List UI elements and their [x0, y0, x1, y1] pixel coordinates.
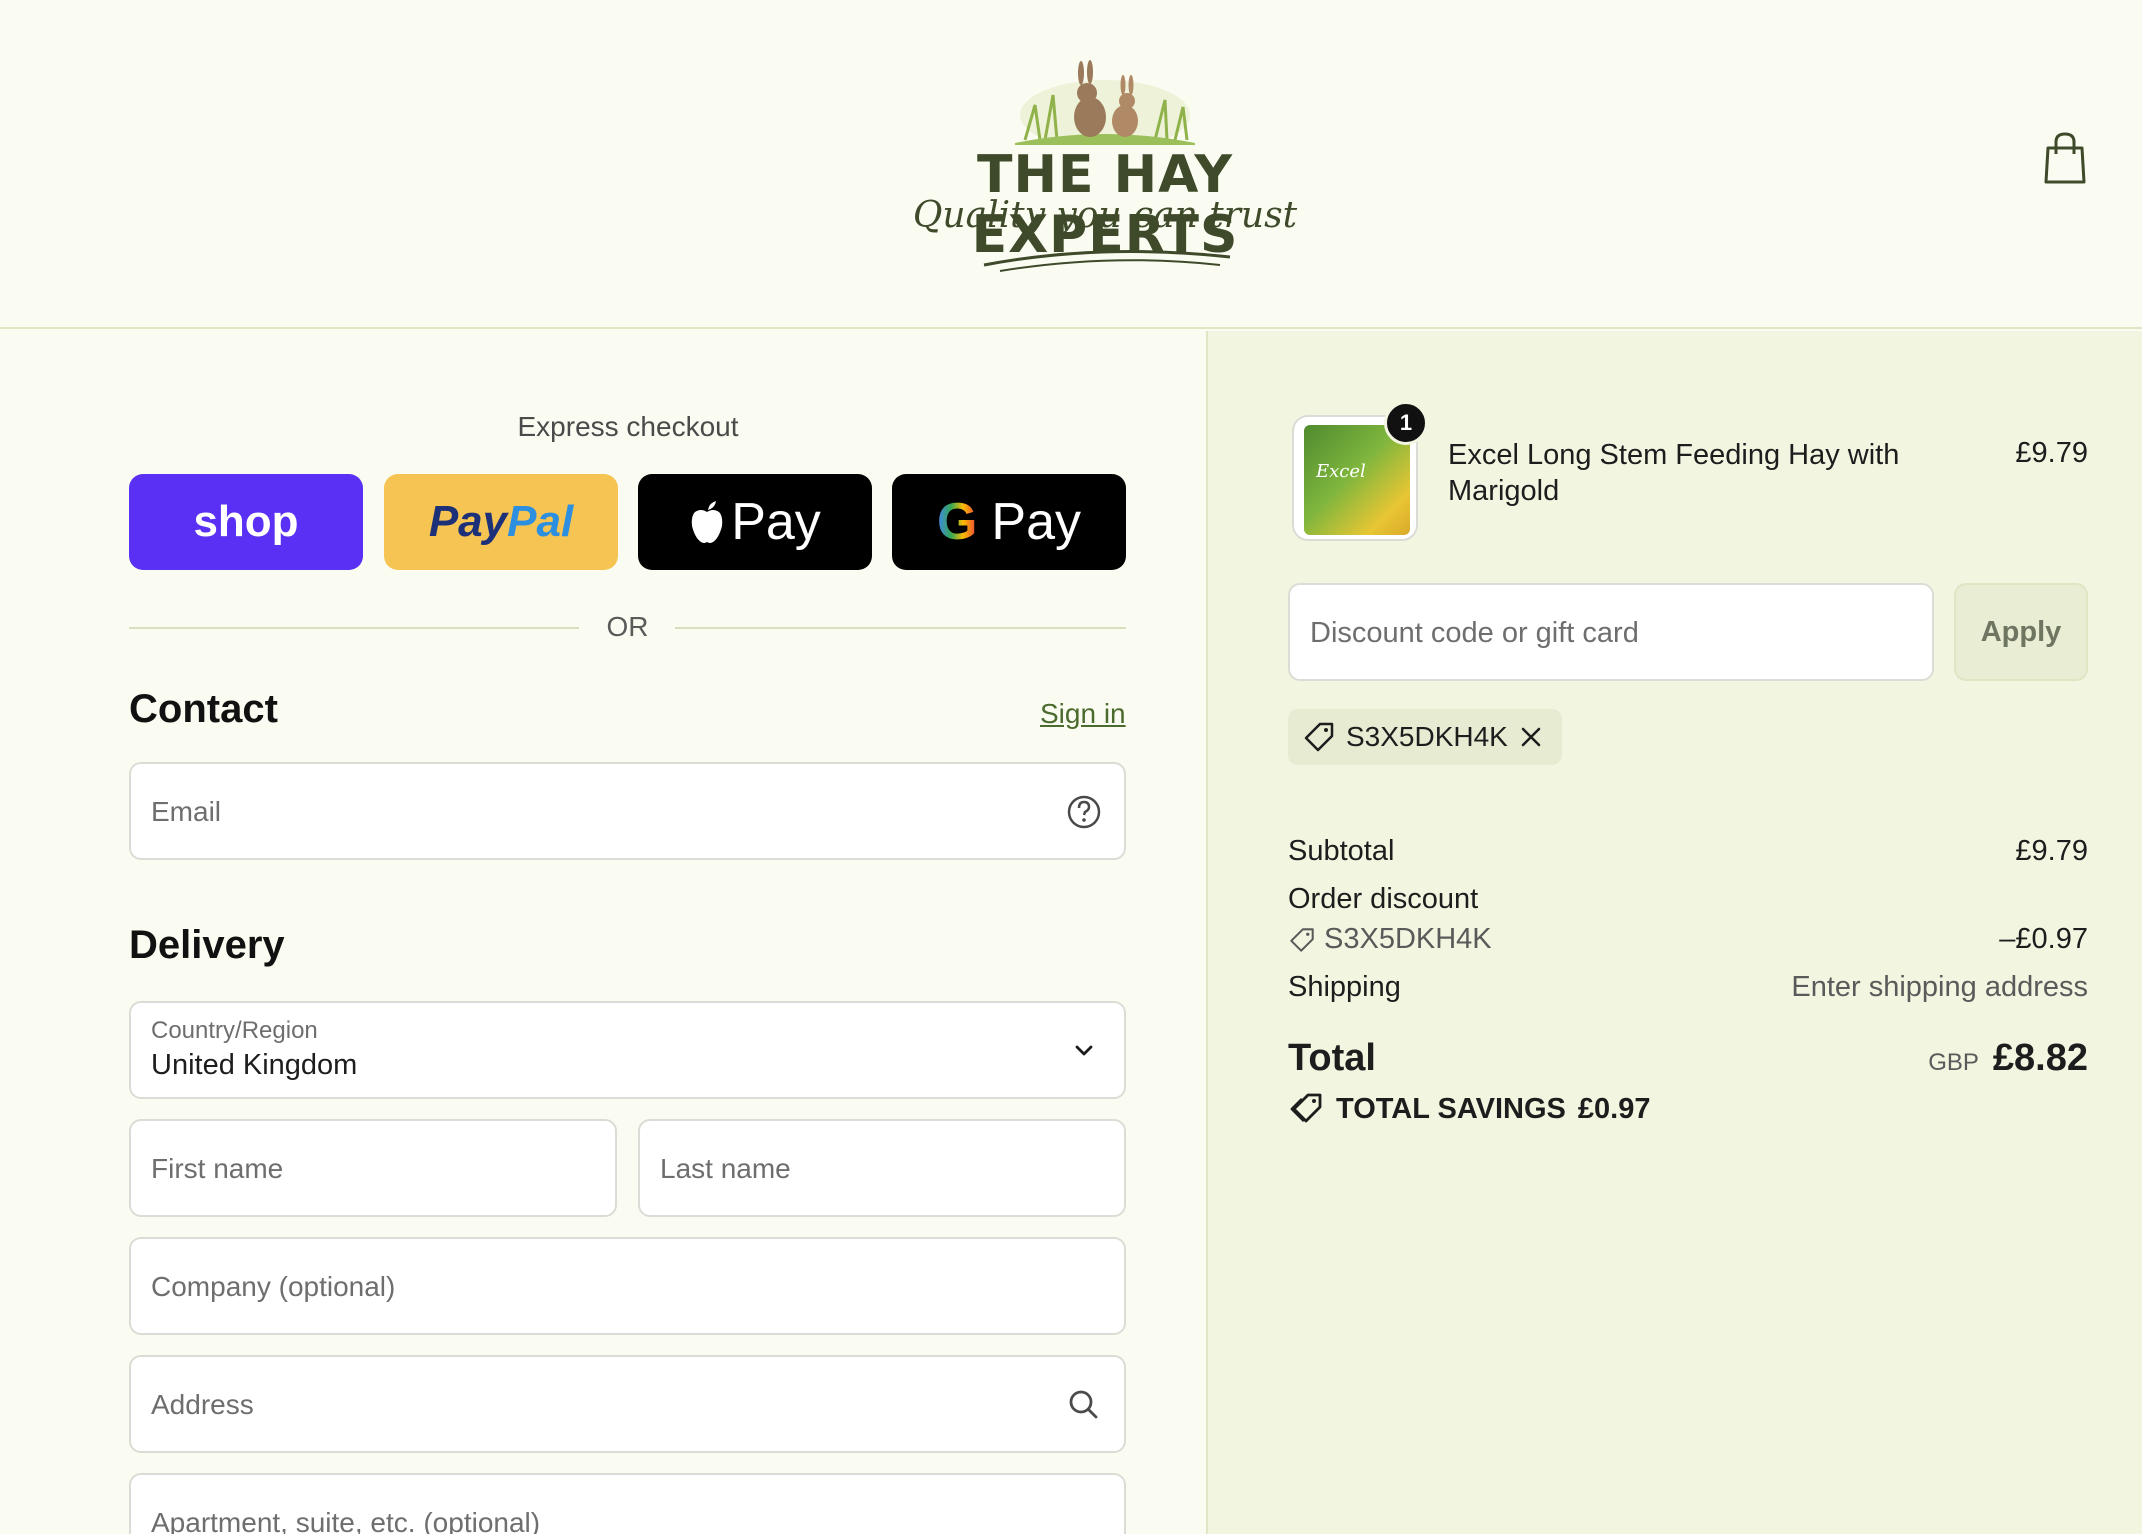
- shop-pay-button[interactable]: shop: [129, 474, 363, 570]
- subtotal-row: Subtotal £9.79: [1288, 835, 2088, 868]
- total-value: £8.82: [1992, 1037, 2088, 1079]
- email-placeholder: Email: [151, 796, 222, 827]
- last-name-placeholder: Last name: [660, 1153, 791, 1184]
- shop-pay-label: shop: [193, 497, 299, 546]
- remove-discount-icon[interactable]: [1518, 724, 1544, 750]
- savings-value: £0.97: [1577, 1092, 1651, 1125]
- country-label: Country/Region: [151, 1017, 318, 1044]
- chevron-down-icon: [1075, 1045, 1093, 1056]
- address-placeholder: Address: [151, 1389, 254, 1420]
- apartment-field[interactable]: Apartment, suite, etc. (optional): [129, 1473, 1126, 1534]
- checkout-form: Express checkout shop Pay Pal Pay G Pay O…: [0, 331, 1206, 1534]
- address-field[interactable]: Address: [129, 1355, 1126, 1453]
- apple-pay-button[interactable]: Pay: [638, 474, 872, 570]
- tags-icon: [1290, 1093, 1322, 1123]
- subtotal-value: £9.79: [2015, 835, 2088, 867]
- currency-code: GBP: [1928, 1049, 1979, 1076]
- company-placeholder: Company (optional): [151, 1271, 396, 1302]
- brand-logo[interactable]: THE HAY EXPERTS Quality you can trust: [840, 45, 1370, 285]
- google-pay-button[interactable]: G Pay: [892, 474, 1126, 570]
- country-select[interactable]: Country/Region United Kingdom: [129, 1001, 1126, 1099]
- shopping-bag-icon[interactable]: [2040, 130, 2090, 186]
- apply-button[interactable]: Apply: [1954, 583, 2088, 681]
- total-savings: TOTAL SAVINGS £0.97: [1288, 1091, 1650, 1127]
- last-name-field[interactable]: Last name: [638, 1119, 1126, 1217]
- order-summary: Excel 1 Excel Long Stem Feeding Hay with…: [1208, 331, 2142, 1534]
- company-field[interactable]: Company (optional): [129, 1237, 1126, 1335]
- quantity-badge: 1: [1384, 401, 1428, 445]
- savings-label: TOTAL SAVINGS: [1336, 1092, 1566, 1125]
- tag-icon: [1304, 722, 1334, 752]
- contact-heading: Contact: [129, 687, 278, 731]
- order-discount-label: Order discount: [1288, 883, 1479, 915]
- discount-code-input[interactable]: Discount code or gift card: [1288, 583, 1934, 681]
- total-label: Total: [1288, 1037, 1376, 1079]
- product-image-text: Excel: [1316, 461, 1366, 482]
- order-discount-row: Order discount: [1288, 883, 2088, 916]
- express-checkout-title: Express checkout: [517, 411, 739, 442]
- shipping-label: Shipping: [1288, 971, 1401, 1003]
- discount-code-label: S3X5DKH4K: [1324, 923, 1492, 955]
- rabbits-logo-icon: [1015, 60, 1195, 145]
- search-icon: [1069, 1390, 1098, 1419]
- discount-value: –£0.97: [1999, 923, 2088, 955]
- site-header: THE HAY EXPERTS Quality you can trust: [0, 0, 2142, 329]
- applied-discount-chip: S3X5DKH4K: [1288, 709, 1562, 765]
- google-pay-label: Pay: [991, 493, 1082, 551]
- swoosh-decoration-icon: [983, 250, 1231, 272]
- shipping-row: Shipping Enter shipping address: [1288, 971, 2088, 1004]
- discount-code-row: S3X5DKH4K –£0.97: [1288, 923, 2088, 956]
- discount-placeholder: Discount code or gift card: [1310, 617, 1639, 649]
- country-value: United Kingdom: [151, 1049, 358, 1081]
- email-field[interactable]: Email: [129, 762, 1126, 860]
- paypal-label-part1: Pay: [428, 497, 508, 546]
- first-name-field[interactable]: First name: [129, 1119, 617, 1217]
- first-name-placeholder: First name: [151, 1153, 284, 1184]
- apple-pay-label: Pay: [731, 493, 821, 551]
- delivery-heading: Delivery: [129, 923, 285, 967]
- subtotal-label: Subtotal: [1288, 835, 1395, 867]
- sign-in-link[interactable]: Sign in: [1040, 698, 1126, 730]
- paypal-button[interactable]: Pay Pal: [384, 474, 618, 570]
- apartment-placeholder: Apartment, suite, etc. (optional): [151, 1507, 541, 1534]
- paypal-label-part2: Pal: [507, 497, 574, 546]
- brand-tagline: Quality you can trust: [912, 195, 1298, 236]
- product-price: £9.79: [2015, 437, 2088, 469]
- help-icon[interactable]: [1064, 792, 1104, 832]
- or-divider: OR: [129, 607, 1126, 647]
- or-label: OR: [606, 611, 649, 642]
- tag-small-icon: [1290, 927, 1314, 952]
- google-g-icon: G: [936, 493, 978, 551]
- apple-icon: [691, 501, 723, 543]
- applied-discount-code: S3X5DKH4K: [1346, 721, 1508, 752]
- shipping-value: Enter shipping address: [1791, 971, 2088, 1003]
- total-value-group: GBP £8.82: [1928, 1037, 2088, 1080]
- product-name: Excel Long Stem Feeding Hay with Marigol…: [1448, 439, 1900, 507]
